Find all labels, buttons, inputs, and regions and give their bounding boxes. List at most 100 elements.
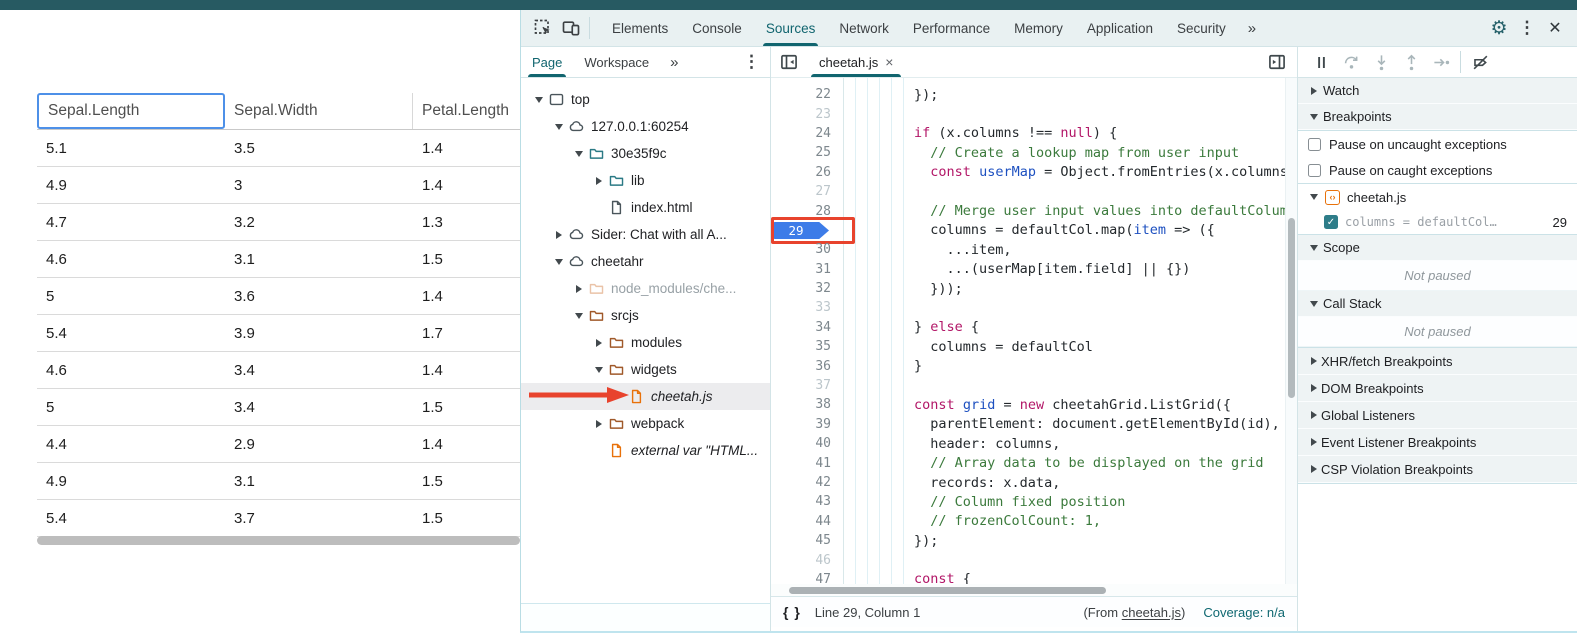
chevron-down-icon[interactable]	[531, 97, 546, 103]
navigator-menu-icon[interactable]: ⋮	[743, 47, 760, 77]
tab-network[interactable]: Network	[827, 10, 901, 46]
line-number-gutter[interactable]: 37	[771, 378, 843, 393]
inspect-element-icon[interactable]	[529, 15, 557, 41]
grid-cell[interactable]: 4.4	[37, 426, 225, 462]
line-number-gutter[interactable]: 28	[771, 204, 843, 219]
tab-cheetah-js[interactable]: cheetah.js ×	[809, 47, 903, 77]
line-number-gutter[interactable]: 42	[771, 475, 843, 490]
tree-item-modules[interactable]: modules	[521, 329, 770, 356]
chevron-right-icon[interactable]	[591, 177, 606, 185]
line-number-gutter[interactable]: 30	[771, 242, 843, 257]
grid-column-header[interactable]: Sepal.Length	[37, 93, 225, 129]
chevron-right-icon[interactable]	[571, 285, 586, 293]
more-tabs-icon[interactable]: »	[1238, 20, 1266, 37]
section-xhr-fetch-breakpoints[interactable]: XHR/fetch Breakpoints	[1298, 348, 1577, 375]
line-number-gutter[interactable]: 40	[771, 436, 843, 451]
code-line[interactable]: 46	[771, 550, 1297, 569]
close-tab-icon[interactable]: ×	[885, 54, 893, 70]
code-line[interactable]: 25 // Create a lookup map from user inpu…	[771, 143, 1297, 162]
pause-uncaught-checkbox[interactable]	[1308, 138, 1321, 151]
tree-item-cheetah-js[interactable]: cheetah.js	[521, 383, 770, 410]
step-icon[interactable]	[1426, 49, 1456, 75]
tree-item-srcjs[interactable]: srcjs	[521, 302, 770, 329]
code-line[interactable]: 38 const grid = new cheetahGrid.ListGrid…	[771, 395, 1297, 414]
navigator-tab-page[interactable]: Page	[521, 47, 573, 77]
line-number-gutter[interactable]: 24	[771, 126, 843, 141]
grid-cell[interactable]: 1.5	[413, 500, 520, 536]
code-line[interactable]: 41 // Array data to be displayed on the …	[771, 453, 1297, 472]
line-number-gutter[interactable]: 26	[771, 165, 843, 180]
tree-item-webpack[interactable]: webpack	[521, 410, 770, 437]
editor-horizontal-scrollbar[interactable]	[771, 584, 1297, 596]
code-line[interactable]: 36 }	[771, 356, 1297, 375]
line-number-gutter[interactable]: 36	[771, 359, 843, 374]
grid-cell[interactable]: 5	[37, 278, 225, 314]
breakpoint-file-group[interactable]: ‹› cheetah.js	[1298, 184, 1577, 210]
tab-performance[interactable]: Performance	[901, 10, 1002, 46]
pause-caught-checkbox[interactable]	[1308, 164, 1321, 177]
data-grid[interactable]: Sepal.LengthSepal.WidthPetal.Length 5.13…	[37, 93, 520, 537]
coverage-link[interactable]: Coverage: n/a	[1203, 605, 1285, 620]
pause-caught-exceptions-row[interactable]: Pause on caught exceptions	[1298, 157, 1577, 183]
grid-cell[interactable]: 3.7	[225, 500, 413, 536]
tree-item-30e35f9c[interactable]: 30e35f9c	[521, 140, 770, 167]
grid-cell[interactable]: 1.3	[413, 204, 520, 240]
chevron-down-icon[interactable]	[551, 124, 566, 130]
grid-cell[interactable]: 3.5	[225, 130, 413, 166]
code-line[interactable]: 24 if (x.columns !== null) {	[771, 124, 1297, 143]
tab-console[interactable]: Console	[680, 10, 754, 46]
code-line[interactable]: 23	[771, 104, 1297, 123]
tree-item-index-html[interactable]: index.html	[521, 194, 770, 221]
tab-memory[interactable]: Memory	[1002, 10, 1075, 46]
grid-cell[interactable]: 5	[37, 389, 225, 425]
close-devtools-icon[interactable]: ✕	[1541, 15, 1569, 41]
tab-application[interactable]: Application	[1075, 10, 1165, 46]
navigator-more-tabs-icon[interactable]: »	[660, 47, 688, 77]
grid-cell[interactable]: 3.1	[225, 463, 413, 499]
grid-column-header[interactable]: Petal.Length	[413, 93, 520, 129]
grid-cell[interactable]: 1.5	[413, 463, 520, 499]
tree-item-127-0-0-1-60254[interactable]: 127.0.0.1:60254	[521, 113, 770, 140]
grid-cell[interactable]: 4.7	[37, 204, 225, 240]
grid-cell[interactable]: 1.4	[413, 167, 520, 203]
settings-gear-icon[interactable]: ⚙	[1485, 15, 1513, 41]
tree-item-cheetahr[interactable]: cheetahr	[521, 248, 770, 275]
grid-cell[interactable]: 1.5	[413, 389, 520, 425]
line-number-gutter[interactable]: 33	[771, 300, 843, 315]
line-number-gutter[interactable]: 39	[771, 417, 843, 432]
grid-cell[interactable]: 1.4	[413, 426, 520, 462]
tab-security[interactable]: Security	[1165, 10, 1238, 46]
code-line[interactable]: 32 }));	[771, 279, 1297, 298]
toggle-navigator-panel-icon[interactable]	[775, 49, 803, 75]
tab-sources[interactable]: Sources	[754, 10, 828, 46]
tree-item-lib[interactable]: lib	[521, 167, 770, 194]
tree-item-top[interactable]: top	[521, 86, 770, 113]
pretty-print-icon[interactable]: { }	[783, 604, 801, 620]
line-number-gutter[interactable]: 32	[771, 281, 843, 296]
grid-cell[interactable]: 1.4	[413, 278, 520, 314]
chevron-down-icon[interactable]	[591, 367, 606, 373]
code-line[interactable]: 33	[771, 298, 1297, 317]
step-over-icon[interactable]	[1336, 49, 1366, 75]
grid-cell[interactable]: 2.9	[225, 426, 413, 462]
section-call-stack[interactable]: Call Stack	[1298, 291, 1577, 317]
chevron-down-icon[interactable]	[551, 259, 566, 265]
section-watch[interactable]: Watch	[1298, 78, 1577, 104]
tree-item-widgets[interactable]: widgets	[521, 356, 770, 383]
code-area[interactable]: 22 });2324 if (x.columns !== null) {25 /…	[771, 78, 1297, 584]
code-line[interactable]: 27	[771, 182, 1297, 201]
grid-cell[interactable]: 3.4	[225, 389, 413, 425]
line-number-gutter[interactable]: 31	[771, 262, 843, 277]
code-line[interactable]: 42 records: x.data,	[771, 473, 1297, 492]
code-line[interactable]: 37	[771, 376, 1297, 395]
line-number-gutter[interactable]: 44	[771, 514, 843, 529]
section-csp-violation-breakpoints[interactable]: CSP Violation Breakpoints	[1298, 456, 1577, 483]
grid-cell[interactable]: 3.9	[225, 315, 413, 351]
breakpoint-entry[interactable]: ✓ columns = defaultCol… 29	[1298, 210, 1577, 234]
grid-cell[interactable]: 5.4	[37, 315, 225, 351]
code-line[interactable]: 26 const userMap = Object.fromEntries(x.…	[771, 163, 1297, 182]
grid-cell[interactable]: 5.1	[37, 130, 225, 166]
grid-horizontal-scrollbar[interactable]	[37, 536, 520, 545]
grid-cell[interactable]: 1.5	[413, 241, 520, 277]
line-number-gutter[interactable]: 38	[771, 397, 843, 412]
